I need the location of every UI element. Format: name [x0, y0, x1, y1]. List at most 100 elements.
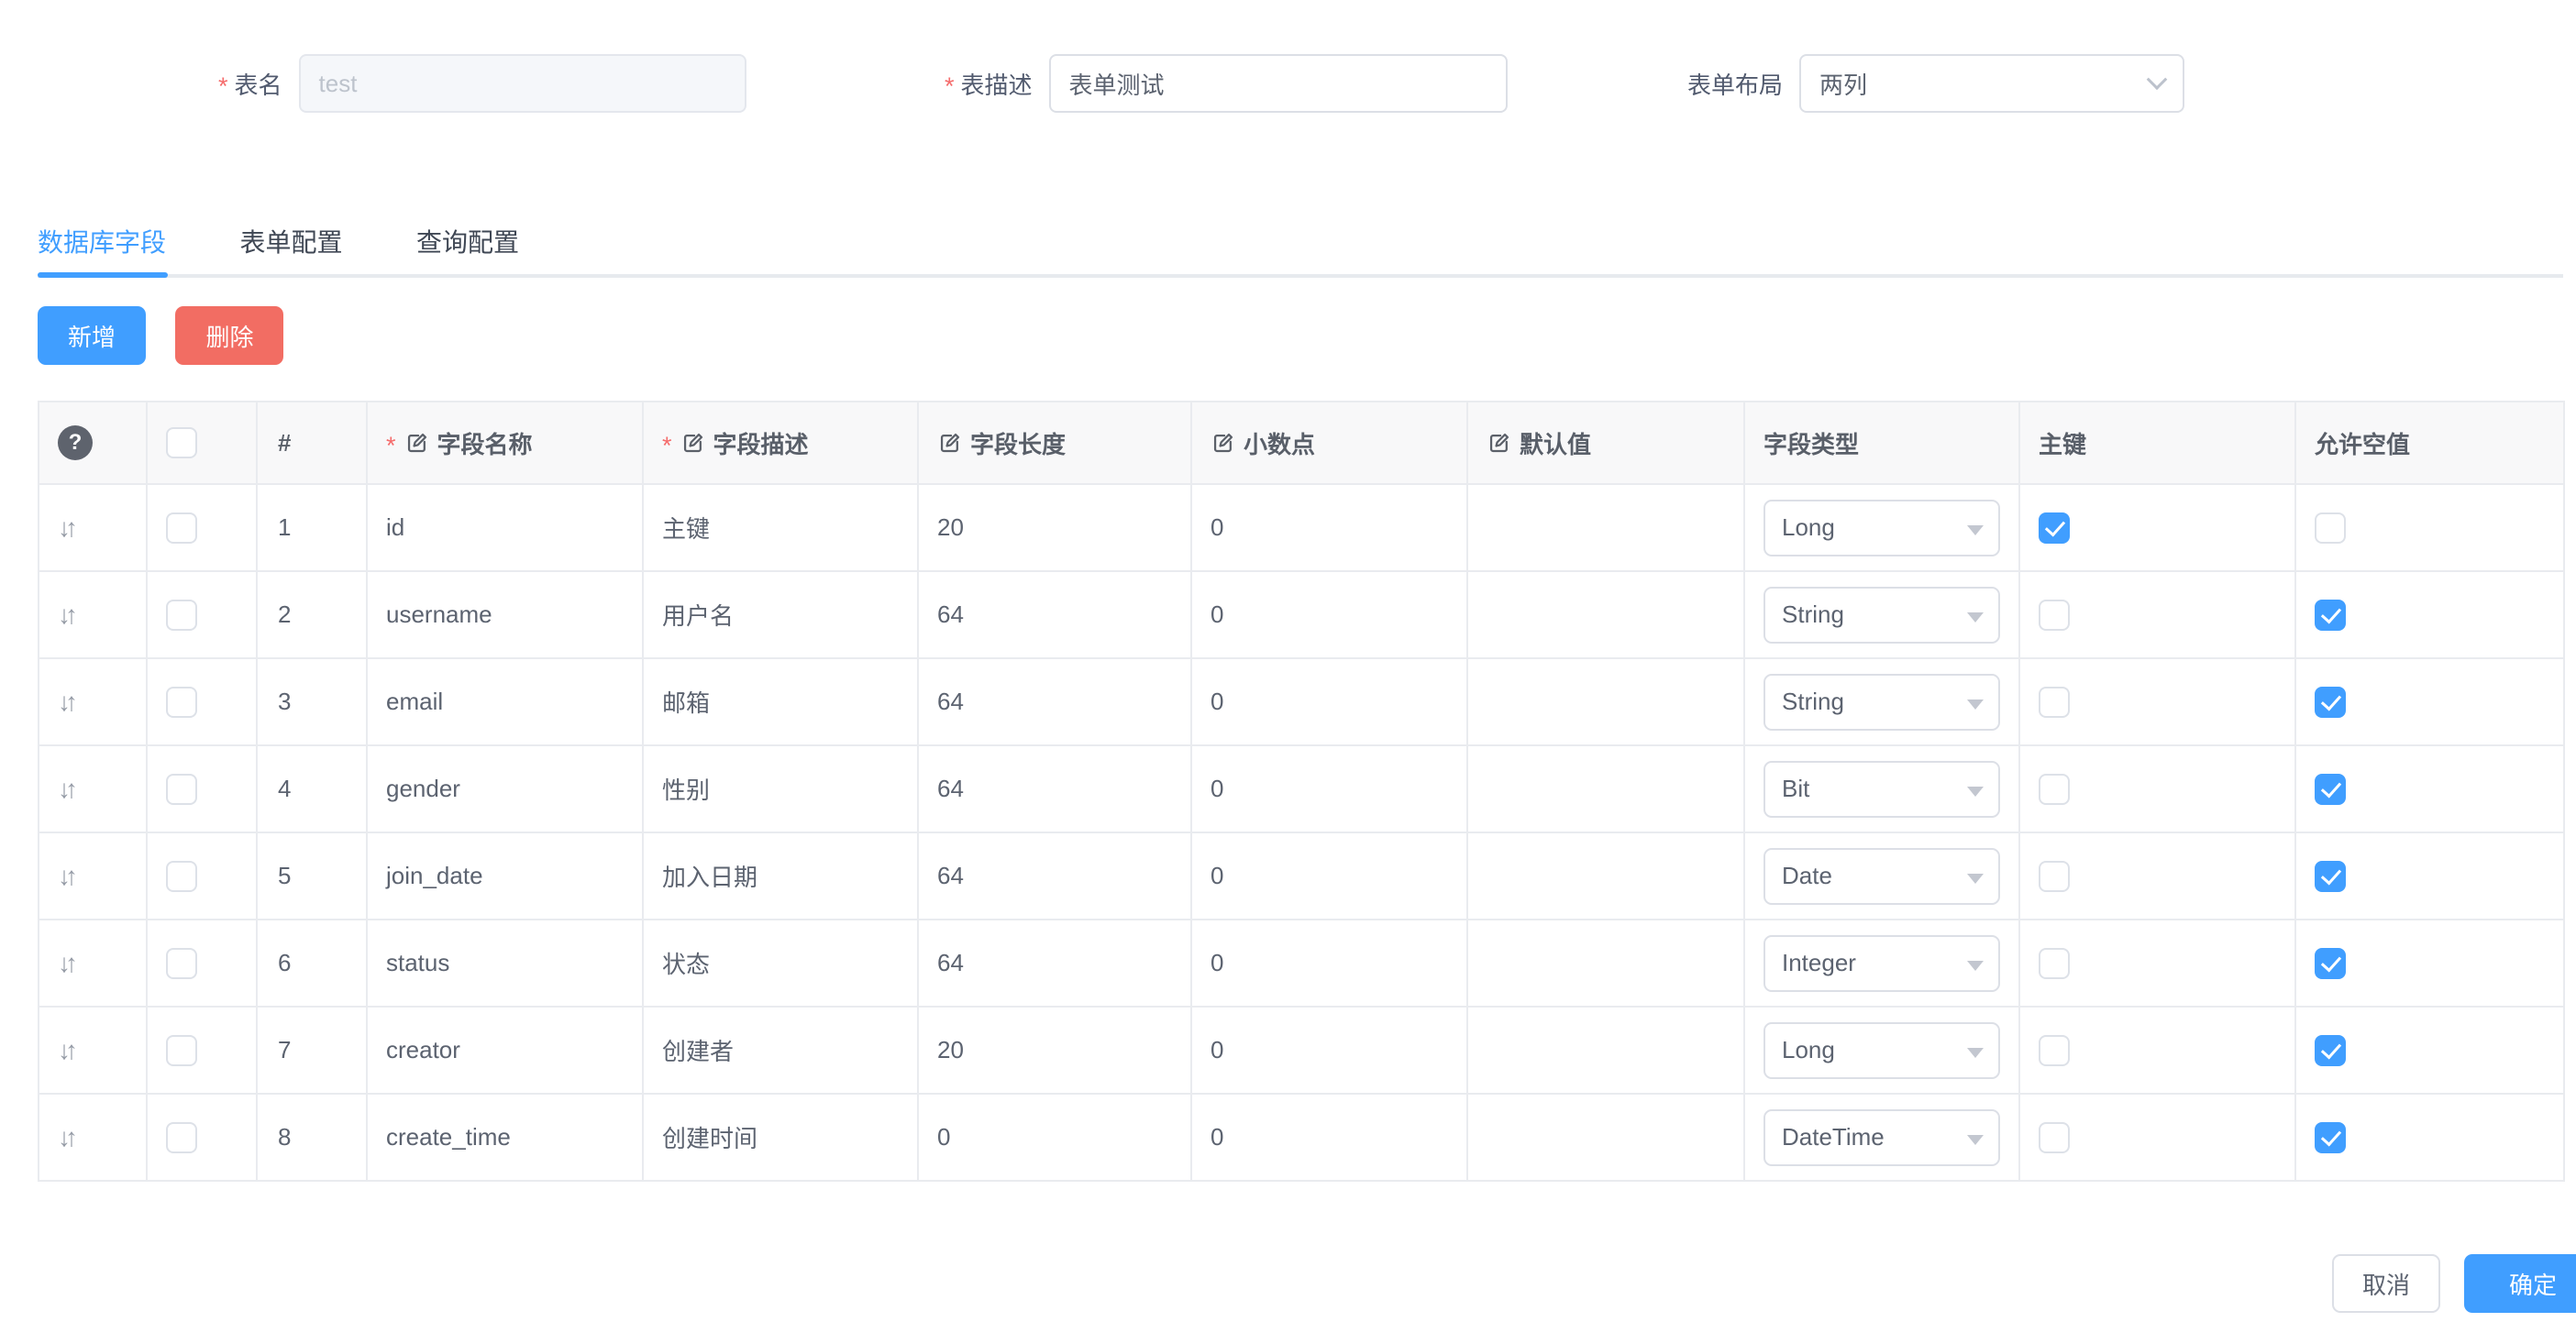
default-value-cell[interactable] — [1467, 658, 1744, 745]
primary-key-checkbox[interactable] — [2039, 1035, 2070, 1066]
primary-key-checkbox[interactable] — [2039, 600, 2070, 631]
row-select-checkbox[interactable] — [166, 512, 197, 544]
field-type-select[interactable]: Bit — [1763, 761, 2000, 818]
nullable-checkbox[interactable] — [2315, 774, 2346, 805]
primary-key-checkbox[interactable] — [2039, 774, 2070, 805]
cancel-button[interactable]: 取消 — [2332, 1254, 2440, 1313]
primary-key-checkbox[interactable] — [2039, 687, 2070, 718]
field-desc-cell[interactable]: 性别 — [643, 745, 918, 832]
drag-sort-icon[interactable]: ↓↑ — [58, 600, 72, 629]
default-value-cell[interactable] — [1467, 920, 1744, 1007]
field-length-cell[interactable]: 64 — [918, 832, 1191, 920]
field-length-cell[interactable]: 64 — [918, 745, 1191, 832]
row-select-checkbox[interactable] — [166, 1122, 197, 1153]
tab-query-config[interactable]: 查询配置 — [416, 223, 519, 259]
nullable-checkbox[interactable] — [2315, 1035, 2346, 1066]
field-desc-cell[interactable]: 用户名 — [643, 571, 918, 658]
row-index: 3 — [257, 658, 367, 745]
decimal-cell[interactable]: 0 — [1191, 745, 1467, 832]
table-desc-input[interactable]: 表单测试 — [1049, 54, 1508, 113]
default-value-cell[interactable] — [1467, 484, 1744, 571]
row-select-checkbox[interactable] — [166, 1035, 197, 1066]
nullable-checkbox[interactable] — [2315, 512, 2346, 544]
column-header-nullable: 允许空值 — [2295, 402, 2564, 484]
field-name-cell[interactable]: status — [367, 920, 643, 1007]
field-length-cell[interactable]: 0 — [918, 1094, 1191, 1181]
add-button[interactable]: 新增 — [38, 306, 146, 365]
drag-sort-icon[interactable]: ↓↑ — [58, 1036, 72, 1064]
decimal-cell[interactable]: 0 — [1191, 484, 1467, 571]
field-desc-cell[interactable]: 邮箱 — [643, 658, 918, 745]
row-select-checkbox[interactable] — [166, 948, 197, 979]
confirm-button[interactable]: 确定 — [2464, 1254, 2576, 1313]
default-value-cell[interactable] — [1467, 571, 1744, 658]
field-type-select[interactable]: DateTime — [1763, 1109, 2000, 1166]
nullable-checkbox[interactable] — [2315, 600, 2346, 631]
primary-key-checkbox[interactable] — [2039, 512, 2070, 544]
nullable-checkbox[interactable] — [2315, 687, 2346, 718]
primary-key-checkbox[interactable] — [2039, 861, 2070, 892]
caret-down-icon — [1967, 787, 1984, 797]
decimal-cell[interactable]: 0 — [1191, 832, 1467, 920]
field-name-cell[interactable]: create_time — [367, 1094, 643, 1181]
field-length-cell[interactable]: 64 — [918, 658, 1191, 745]
nullable-checkbox[interactable] — [2315, 948, 2346, 979]
column-header-length: 字段长度 — [918, 402, 1191, 484]
primary-key-checkbox[interactable] — [2039, 1122, 2070, 1153]
drag-cell: ↓↑ — [39, 1094, 147, 1181]
decimal-cell[interactable]: 0 — [1191, 1007, 1467, 1094]
drag-cell: ↓↑ — [39, 745, 147, 832]
drag-sort-icon[interactable]: ↓↑ — [58, 775, 72, 803]
table-name-input[interactable]: test — [299, 54, 746, 113]
delete-button[interactable]: 删除 — [175, 306, 283, 365]
nullable-checkbox[interactable] — [2315, 861, 2346, 892]
field-name-cell[interactable]: id — [367, 484, 643, 571]
field-desc-cell[interactable]: 加入日期 — [643, 832, 918, 920]
drag-sort-icon[interactable]: ↓↑ — [58, 862, 72, 890]
field-desc-cell[interactable]: 创建时间 — [643, 1094, 918, 1181]
row-select-checkbox[interactable] — [166, 600, 197, 631]
field-name-cell[interactable]: gender — [367, 745, 643, 832]
field-name-cell[interactable]: join_date — [367, 832, 643, 920]
decimal-cell[interactable]: 0 — [1191, 1094, 1467, 1181]
field-type-select[interactable]: Date — [1763, 848, 2000, 905]
field-type-select[interactable]: Integer — [1763, 935, 2000, 992]
tab-database-fields[interactable]: 数据库字段 — [38, 223, 166, 259]
field-desc-cell[interactable]: 创建者 — [643, 1007, 918, 1094]
drag-sort-icon[interactable]: ↓↑ — [58, 688, 72, 716]
field-type-value: Long — [1782, 1036, 1835, 1064]
field-type-select[interactable]: Long — [1763, 500, 2000, 556]
decimal-cell[interactable]: 0 — [1191, 571, 1467, 658]
field-name-cell[interactable]: username — [367, 571, 643, 658]
row-select-checkbox[interactable] — [166, 687, 197, 718]
drag-sort-icon[interactable]: ↓↑ — [58, 513, 72, 542]
drag-sort-icon[interactable]: ↓↑ — [58, 949, 72, 977]
drag-sort-icon[interactable]: ↓↑ — [58, 1123, 72, 1151]
field-type-select[interactable]: Long — [1763, 1022, 2000, 1079]
field-type-value: DateTime — [1782, 1123, 1885, 1151]
default-value-cell[interactable] — [1467, 1007, 1744, 1094]
field-type-select[interactable]: String — [1763, 587, 2000, 644]
field-desc-cell[interactable]: 状态 — [643, 920, 918, 1007]
row-select-cell — [147, 920, 257, 1007]
field-name-cell[interactable]: email — [367, 658, 643, 745]
form-layout-select[interactable]: 两列 — [1799, 54, 2184, 113]
tab-form-config[interactable]: 表单配置 — [239, 223, 342, 259]
primary-key-checkbox[interactable] — [2039, 948, 2070, 979]
nullable-checkbox[interactable] — [2315, 1122, 2346, 1153]
default-value-cell[interactable] — [1467, 832, 1744, 920]
decimal-cell[interactable]: 0 — [1191, 920, 1467, 1007]
row-select-checkbox[interactable] — [166, 774, 197, 805]
row-select-checkbox[interactable] — [166, 861, 197, 892]
field-type-select[interactable]: String — [1763, 674, 2000, 731]
field-desc-cell[interactable]: 主键 — [643, 484, 918, 571]
default-value-cell[interactable] — [1467, 1094, 1744, 1181]
default-value-cell[interactable] — [1467, 745, 1744, 832]
field-length-cell[interactable]: 64 — [918, 571, 1191, 658]
select-all-checkbox[interactable] — [166, 427, 197, 458]
field-length-cell[interactable]: 20 — [918, 1007, 1191, 1094]
field-length-cell[interactable]: 20 — [918, 484, 1191, 571]
decimal-cell[interactable]: 0 — [1191, 658, 1467, 745]
field-name-cell[interactable]: creator — [367, 1007, 643, 1094]
field-length-cell[interactable]: 64 — [918, 920, 1191, 1007]
